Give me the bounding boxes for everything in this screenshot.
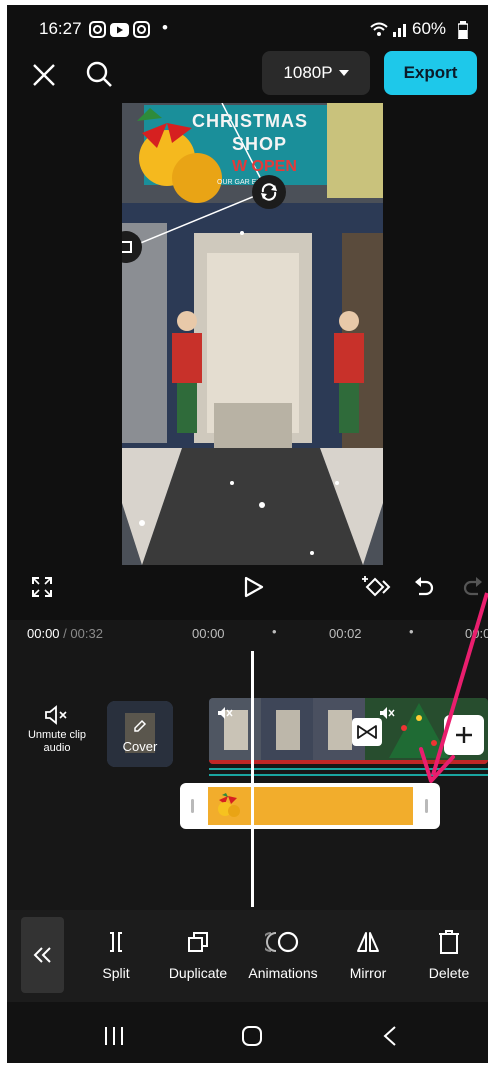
split-label: Split bbox=[102, 965, 130, 981]
annotation-arrow bbox=[419, 592, 488, 783]
animations-label: Animations bbox=[248, 965, 318, 981]
time-display: 00:00 / 00:32 bbox=[27, 626, 103, 641]
delete-icon bbox=[439, 930, 459, 954]
rotate-handle[interactable] bbox=[252, 175, 286, 209]
split-icon bbox=[110, 932, 122, 952]
instagram-icon bbox=[133, 21, 150, 38]
mirror-icon bbox=[357, 932, 379, 952]
video-preview[interactable]: CHRISTMAS SHOP W OPEN OUR GAR ENTRE bbox=[122, 103, 383, 565]
mirror-button[interactable]: Mirror bbox=[328, 927, 408, 987]
export-button[interactable]: Export bbox=[384, 51, 477, 95]
speaker-muted-icon bbox=[218, 707, 233, 719]
rotate-icon bbox=[261, 183, 277, 201]
duplicate-label: Duplicate bbox=[168, 965, 228, 981]
wifi-signal-icon bbox=[370, 22, 406, 37]
animations-icon bbox=[265, 931, 299, 953]
play-icon bbox=[244, 576, 264, 598]
ruler-tick: 00:00 bbox=[192, 626, 225, 641]
speaker-muted-icon bbox=[380, 707, 395, 719]
cover-button[interactable]: Cover bbox=[107, 701, 173, 767]
unmute-clip-audio-button[interactable]: Unmute clip audio bbox=[17, 705, 97, 755]
transition-icon bbox=[357, 725, 377, 739]
collapse-toolbar-button[interactable] bbox=[21, 917, 64, 993]
battery-icon bbox=[458, 21, 468, 39]
delete-label: Delete bbox=[428, 965, 470, 981]
resolution-dropdown[interactable]: 1080P bbox=[262, 51, 370, 95]
duplicate-icon bbox=[188, 932, 208, 952]
cover-thumbnail bbox=[107, 701, 173, 767]
duplicate-button[interactable]: Duplicate bbox=[158, 927, 238, 987]
keyframe-button[interactable] bbox=[359, 571, 393, 603]
ruler-tick: • bbox=[272, 624, 277, 639]
fullscreen-icon bbox=[32, 577, 52, 597]
home-icon bbox=[242, 1026, 262, 1046]
caret-down-icon bbox=[338, 70, 349, 76]
youtube-icon bbox=[110, 23, 129, 37]
search-icon bbox=[86, 61, 112, 87]
recent-apps-button[interactable] bbox=[97, 1019, 131, 1053]
status-dot: • bbox=[162, 18, 168, 37]
back-icon bbox=[383, 1026, 396, 1046]
split-button[interactable]: Split bbox=[76, 927, 156, 987]
app-frame: 16:27 • 60% 1080P Export CHRISTMAS SHOP … bbox=[7, 5, 488, 1063]
back-button[interactable] bbox=[373, 1019, 407, 1053]
animations-button[interactable]: Animations bbox=[239, 927, 327, 987]
status-time: 16:27 bbox=[39, 19, 82, 38]
bells-sticker-icon bbox=[218, 793, 240, 817]
cover-label: Cover bbox=[122, 739, 158, 754]
search-button[interactable] bbox=[83, 58, 115, 90]
play-button[interactable] bbox=[239, 572, 269, 602]
overlay-sticker-clip[interactable] bbox=[180, 783, 440, 829]
edit-pencil-icon bbox=[134, 719, 147, 732]
sign-line-2: SHOP bbox=[232, 134, 288, 154]
notification-icons bbox=[89, 21, 150, 38]
resolution-label: 1080P bbox=[283, 63, 333, 82]
battery-text: 60% bbox=[412, 19, 447, 38]
sign-line-1: CHRISTMAS bbox=[192, 111, 308, 131]
unmute-label: Unmute clip audio bbox=[27, 729, 87, 754]
mirror-label: Mirror bbox=[349, 965, 387, 981]
current-time: 00:00 bbox=[27, 626, 60, 641]
trim-handle-right[interactable] bbox=[425, 799, 428, 813]
status-bar: 16:27 • 60% bbox=[7, 5, 488, 55]
ruler-tick: 00:02 bbox=[329, 626, 362, 641]
transition-button[interactable] bbox=[352, 718, 382, 746]
double-chevron-left-icon bbox=[33, 947, 51, 963]
trim-handle-left[interactable] bbox=[191, 799, 194, 813]
export-label: Export bbox=[403, 63, 458, 82]
delete-button[interactable]: Delete bbox=[409, 927, 488, 987]
recent-apps-icon bbox=[105, 1027, 123, 1045]
keyframe-icon bbox=[362, 576, 391, 597]
playhead[interactable] bbox=[251, 651, 254, 907]
total-time: / 00:32 bbox=[63, 626, 103, 641]
scale-icon bbox=[122, 241, 132, 253]
home-button[interactable] bbox=[235, 1019, 269, 1053]
fullscreen-button[interactable] bbox=[27, 572, 57, 602]
close-icon bbox=[33, 64, 55, 86]
sign-line-3: W OPEN bbox=[232, 158, 297, 175]
instagram-icon bbox=[89, 21, 106, 38]
close-button[interactable] bbox=[29, 60, 59, 90]
speaker-muted-icon bbox=[45, 705, 67, 725]
